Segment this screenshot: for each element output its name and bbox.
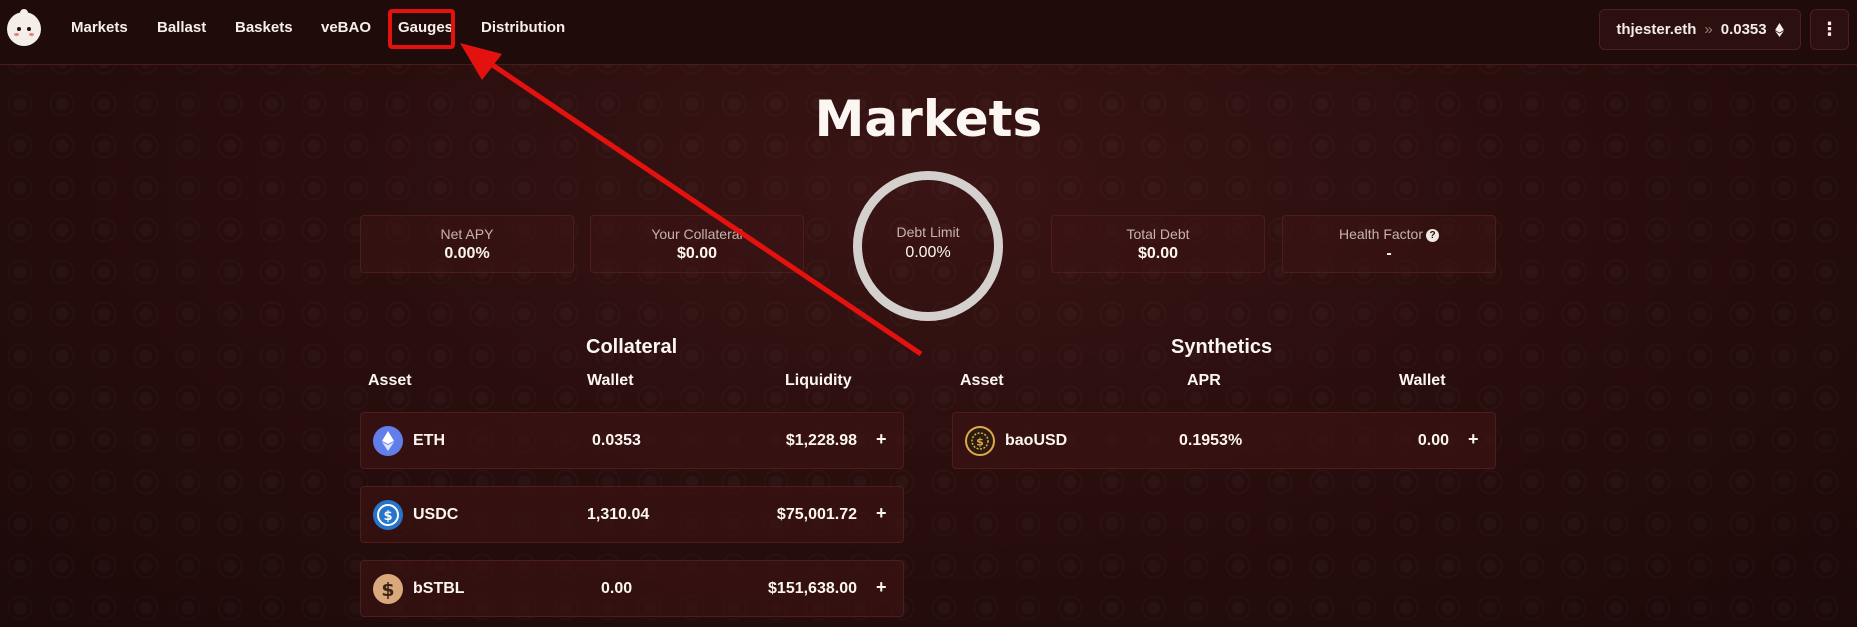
synthetics-title: Synthetics (1171, 336, 1273, 358)
baousd-icon: $ (965, 426, 995, 456)
chevron-double-right-icon: » (1704, 21, 1713, 38)
asset-name: baoUSD (1005, 432, 1068, 449)
nav-link-ballast[interactable]: Ballast (157, 19, 206, 36)
wallet-balance: 0.00 (601, 580, 633, 597)
bao-logo-icon[interactable] (7, 7, 41, 46)
liquidity-value: $1,228.98 (785, 432, 857, 449)
svg-text:$: $ (383, 509, 392, 524)
stat-value: 0.00% (444, 245, 490, 262)
synthetics-col-apr: APR (1187, 372, 1221, 389)
usdc-icon: $ (373, 500, 403, 530)
debt-limit-label: Debt Limit (896, 224, 960, 240)
collateral-col-asset: Asset (368, 372, 412, 389)
debt-limit-value: 0.00% (905, 244, 951, 261)
stat-value: $0.00 (1137, 245, 1179, 262)
stat-your-collateral: Your Collateral $0.00 (590, 215, 804, 273)
plus-icon[interactable]: + (876, 429, 887, 450)
stat-label: Total Debt (1126, 226, 1190, 242)
liquidity-value: $75,001.72 (776, 506, 857, 523)
health-factor-label: Health Factor (1338, 226, 1424, 242)
plus-icon[interactable]: + (876, 503, 887, 524)
svg-text:$: $ (976, 436, 984, 449)
collateral-row-bstbl[interactable]: $ bSTBL 0.00 $151,638.00 + (360, 560, 904, 617)
liquidity-value: $151,638.00 (768, 580, 857, 597)
bstbl-icon: $ (373, 574, 403, 604)
synthetics-col-wallet: Wallet (1399, 372, 1446, 389)
page-title: Markets (814, 90, 1043, 148)
wallet-balance: 0.00 (1417, 432, 1449, 449)
wallet-balance: 0.0353 (592, 432, 641, 449)
stat-value: - (1386, 245, 1392, 262)
help-icon[interactable]: ? (1426, 229, 1440, 242)
stat-health-factor: Health Factor? - (1282, 215, 1496, 273)
collateral-col-liquidity: Liquidity (785, 372, 852, 389)
asset-name: bSTBL (413, 580, 465, 597)
wallet-balance: 1,310.04 (587, 506, 650, 523)
stat-label: Net APY (440, 226, 494, 242)
collateral-row-eth[interactable]: ETH 0.0353 $1,228.98 + (360, 412, 904, 469)
asset-name: ETH (413, 432, 445, 449)
nav-link-baskets[interactable]: Baskets (235, 19, 293, 36)
collateral-title: Collateral (586, 336, 678, 358)
stat-value: $0.00 (676, 245, 718, 262)
stat-total-debt: Total Debt $0.00 (1051, 215, 1265, 273)
wallet-balance: 0.0353 (1720, 21, 1767, 38)
synthetics-col-asset: Asset (960, 372, 1004, 389)
nav-link-markets[interactable]: Markets (71, 19, 128, 36)
stat-label: Health Factor? (1283, 226, 1495, 242)
plus-icon[interactable]: + (876, 577, 887, 598)
gauges-highlight-annotation (388, 9, 455, 49)
svg-text:$: $ (381, 579, 394, 601)
wallet-button[interactable]: thjester.eth » 0.0353 (1599, 9, 1801, 50)
collateral-col-wallet: Wallet (587, 372, 634, 389)
asset-name: USDC (413, 506, 459, 523)
nav-link-distribution[interactable]: Distribution (481, 19, 565, 36)
more-menu-button[interactable]: ⋮ (1810, 9, 1849, 50)
top-nav: Markets Ballast Baskets veBAO Gauges Dis… (0, 0, 1857, 65)
debt-limit-gauge: Debt Limit 0.00% (853, 171, 1003, 321)
plus-icon[interactable]: + (1468, 429, 1479, 450)
wallet-account: thjester.eth (1616, 21, 1697, 38)
eth-icon (373, 426, 403, 456)
nav-link-vebao[interactable]: veBAO (321, 19, 371, 36)
apr-value: 0.1953% (1179, 432, 1243, 449)
stat-net-apy: Net APY 0.00% (360, 215, 574, 273)
eth-icon (1774, 22, 1784, 37)
more-vertical-icon: ⋮ (1820, 19, 1839, 40)
collateral-row-usdc[interactable]: $ 1,310.04 USDC $75,001.72 + (360, 486, 904, 543)
stat-label: Your Collateral (651, 226, 743, 242)
synthetics-row-baousd[interactable]: $ baoUSD 0.1953% 0.00 + (952, 412, 1496, 469)
